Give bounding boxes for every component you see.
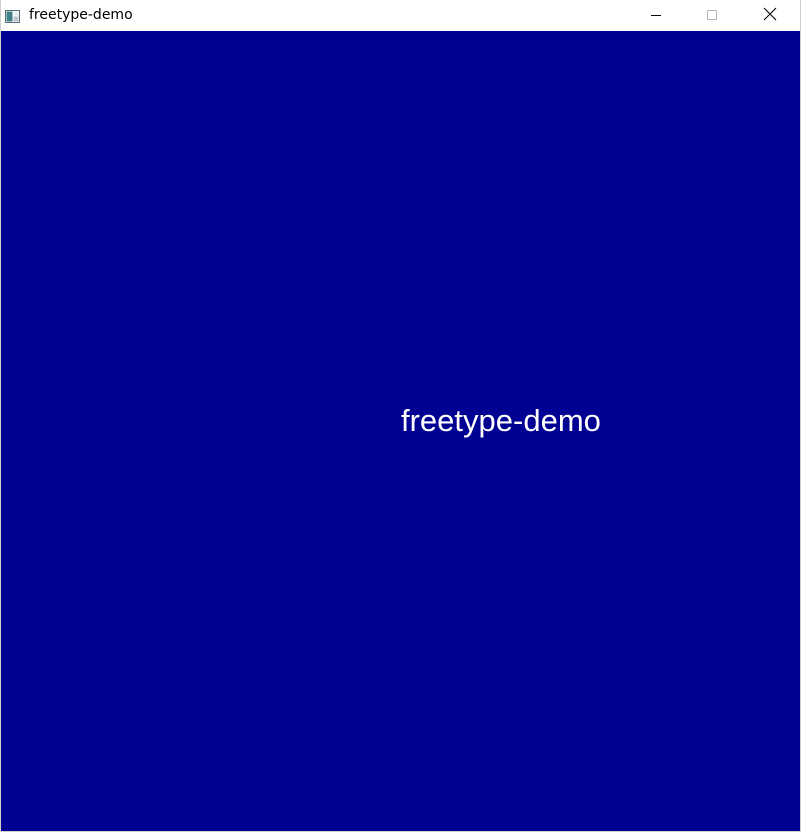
minimize-button[interactable] xyxy=(633,0,679,31)
render-canvas[interactable]: freetype-demo xyxy=(1,31,800,831)
app-window: freetype-demo freetype-demo xyxy=(0,0,801,832)
maximize-button[interactable] xyxy=(689,0,735,31)
close-icon xyxy=(763,6,777,25)
maximize-icon xyxy=(706,6,718,25)
minimize-icon xyxy=(650,6,662,25)
window-title: freetype-demo xyxy=(29,7,133,23)
title-bar[interactable]: freetype-demo xyxy=(1,0,800,31)
app-window-icon[interactable] xyxy=(5,8,20,23)
close-button[interactable] xyxy=(747,0,793,31)
rendered-text: freetype-demo xyxy=(401,403,601,438)
